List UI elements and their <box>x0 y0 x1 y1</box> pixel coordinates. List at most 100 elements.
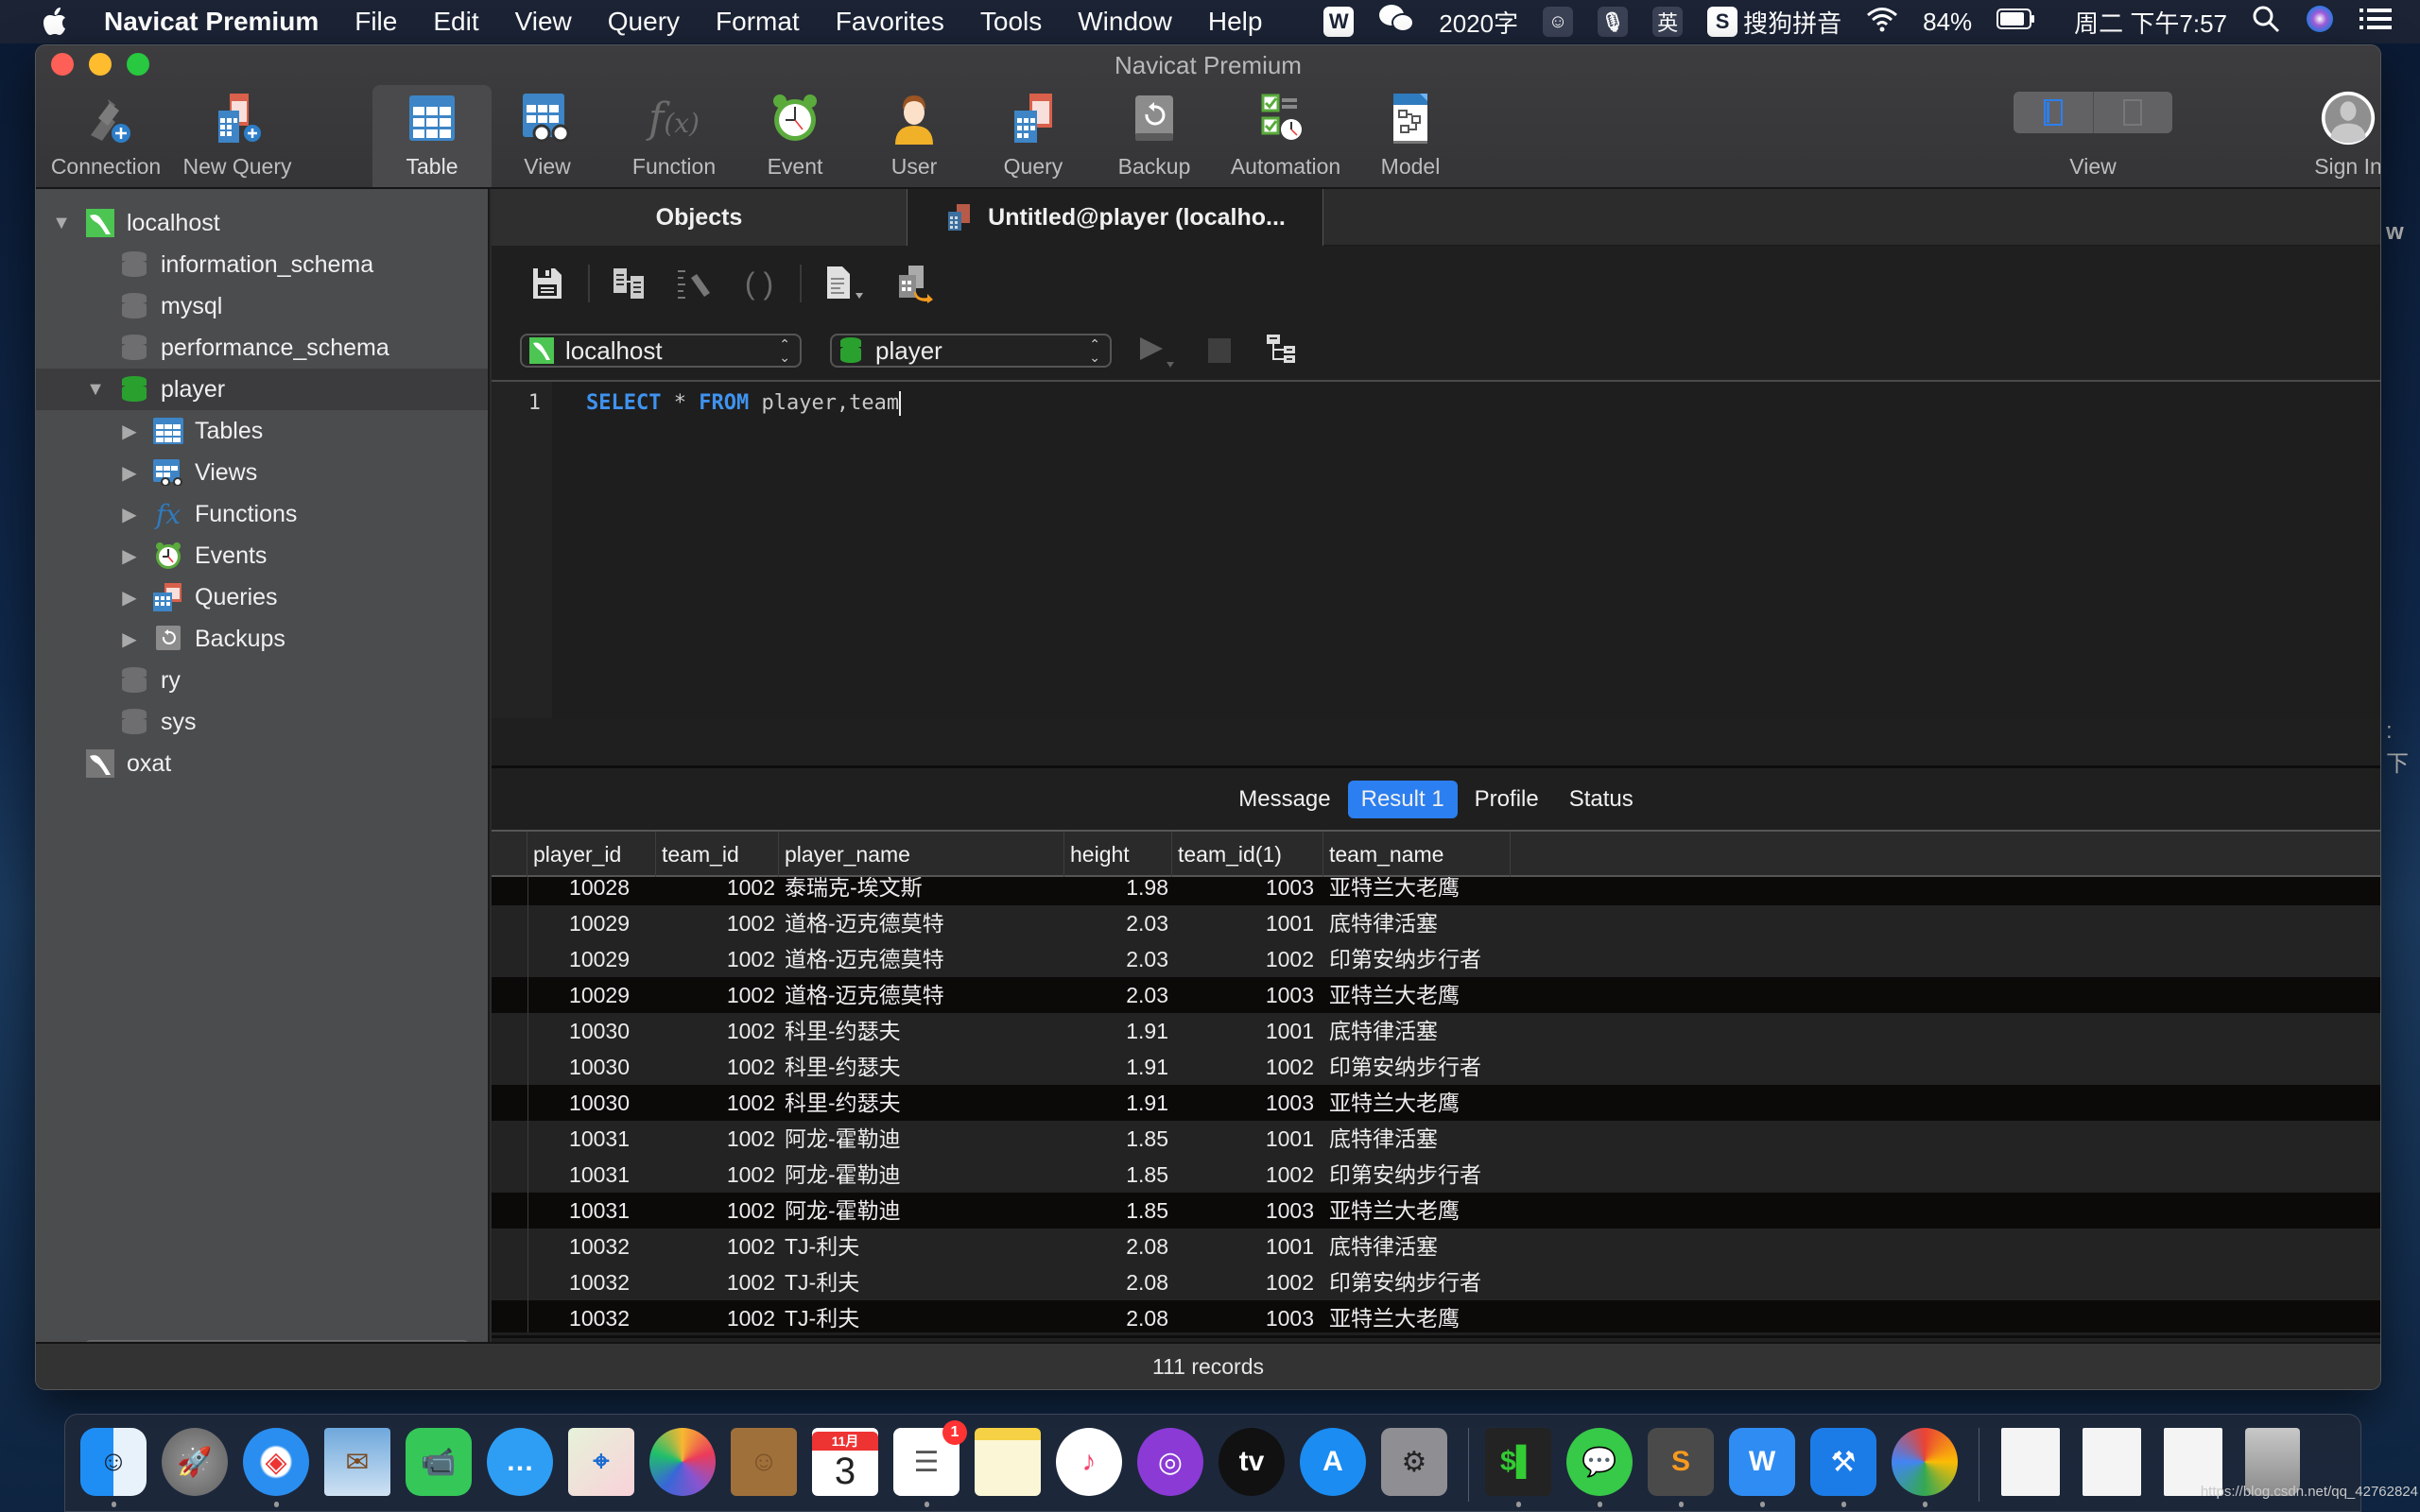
sql-editor[interactable]: 1 SELECT * FROM player,team <box>492 382 2380 718</box>
menu-tools[interactable]: Tools <box>980 7 1042 37</box>
table-row[interactable]: 10030 1002 科里-约瑟夫 1.91 1001 底特律活塞 <box>492 1013 2380 1049</box>
cell-player-id[interactable]: 10031 <box>527 1193 656 1228</box>
table-row[interactable]: 10031 1002 阿龙-霍勒迪 1.85 1003 亚特兰大老鹰 <box>492 1193 2380 1228</box>
table-row[interactable]: 10029 1002 道格-迈克德莫特 2.03 1002 印第安纳步行者 <box>492 941 2380 977</box>
cell-team-id-1[interactable]: 1001 <box>1172 1121 1323 1157</box>
cell-player-name[interactable]: 科里-约瑟夫 <box>779 1049 1064 1085</box>
cell-height[interactable]: 1.85 <box>1064 1193 1172 1228</box>
menu-window[interactable]: Window <box>1078 7 1172 37</box>
cell-team-name[interactable]: 底特律活塞 <box>1323 1228 1511 1264</box>
tree-item-ry[interactable]: ry <box>36 660 488 701</box>
cell-player-name[interactable]: 阿龙-霍勒迪 <box>779 1157 1064 1193</box>
cell-team-id[interactable]: 1002 <box>656 1121 779 1157</box>
wechat-status-icon[interactable] <box>1378 4 1415 41</box>
cell-player-id[interactable]: 10032 <box>527 1228 656 1264</box>
dock-app-contacts[interactable]: ☺ <box>731 1428 797 1496</box>
sidebar-visible-toggle[interactable] <box>2014 92 2094 133</box>
cell-player-name[interactable]: 阿龙-霍勒迪 <box>779 1121 1064 1157</box>
result-tab-profile[interactable]: Profile <box>1461 781 1552 818</box>
dock-app-finder[interactable]: ☺ <box>80 1428 147 1496</box>
cell-player-name[interactable]: TJ-利夫 <box>779 1264 1064 1300</box>
cell-team-id-1[interactable]: 1003 <box>1172 1300 1323 1332</box>
tree-item-information-schema[interactable]: information_schema <box>36 244 488 285</box>
export-result-button[interactable] <box>892 260 940 307</box>
cell-player-id[interactable]: 10030 <box>527 1049 656 1085</box>
cell-team-id-1[interactable]: 1003 <box>1172 1085 1323 1121</box>
cell-team-id-1[interactable]: 1002 <box>1172 941 1323 977</box>
info-pane-toggle[interactable] <box>2094 92 2173 133</box>
disclosure-collapsed-icon[interactable]: ▶ <box>119 503 140 526</box>
cell-team-id[interactable]: 1002 <box>656 1049 779 1085</box>
dock-app-app-store[interactable]: A <box>1300 1428 1366 1496</box>
cell-player-id[interactable]: 10032 <box>527 1264 656 1300</box>
tree-item-player[interactable]: ▼ player <box>36 369 488 410</box>
cell-team-id[interactable]: 1002 <box>656 1300 779 1332</box>
cell-team-name[interactable]: 印第安纳步行者 <box>1323 941 1511 977</box>
dock-app-tv[interactable]: tv <box>1219 1428 1285 1496</box>
dock-app-sublime-text[interactable]: S <box>1648 1428 1714 1496</box>
cell-team-name[interactable]: 底特律活塞 <box>1323 1013 1511 1049</box>
table-row[interactable]: 10032 1002 TJ-利夫 2.08 1001 底特律活塞 <box>492 1228 2380 1264</box>
cell-height[interactable]: 1.85 <box>1064 1157 1172 1193</box>
cell-team-id[interactable]: 1002 <box>656 1013 779 1049</box>
cell-team-id[interactable]: 1002 <box>656 1157 779 1193</box>
menu-query[interactable]: Query <box>608 7 680 37</box>
toolbar-model-button[interactable]: Model <box>1363 85 1458 187</box>
code-snippet-button[interactable]: ( ) <box>735 260 783 307</box>
cell-team-name[interactable]: 印第安纳步行者 <box>1323 1157 1511 1193</box>
cell-team-id-1[interactable]: 1003 <box>1172 1193 1323 1228</box>
cell-height[interactable]: 1.91 <box>1064 1049 1172 1085</box>
cell-height[interactable]: 2.08 <box>1064 1228 1172 1264</box>
table-row[interactable]: 10029 1002 道格-迈克德莫特 2.03 1001 底特律活塞 <box>492 905 2380 941</box>
cell-height[interactable]: 1.98 <box>1064 877 1172 905</box>
toolbar-sign-in-button[interactable]: Sign In <box>2291 85 2380 187</box>
cell-height[interactable]: 1.85 <box>1064 1121 1172 1157</box>
cell-height[interactable]: 2.03 <box>1064 977 1172 1013</box>
tree-item-functions[interactable]: ▶ fx Functions <box>36 493 488 535</box>
stop-button[interactable] <box>1208 338 1231 363</box>
cell-team-id-1[interactable]: 1002 <box>1172 1157 1323 1193</box>
cell-team-id[interactable]: 1002 <box>656 877 779 905</box>
cell-player-id[interactable]: 10029 <box>527 941 656 977</box>
dock-downloads-stack[interactable] <box>2001 1428 2060 1496</box>
menu-edit[interactable]: Edit <box>433 7 478 37</box>
tree-item-views[interactable]: ▶ Views <box>36 452 488 493</box>
table-row[interactable]: 10030 1002 科里-约瑟夫 1.91 1003 亚特兰大老鹰 <box>492 1085 2380 1121</box>
cell-team-name[interactable]: 亚特兰大老鹰 <box>1323 1300 1511 1332</box>
dock-app-messages[interactable]: … <box>487 1428 553 1496</box>
sql-code-line[interactable]: SELECT * FROM player,team <box>586 391 902 416</box>
cell-player-name[interactable]: 科里-约瑟夫 <box>779 1085 1064 1121</box>
result-grid[interactable]: 10028 1002 泰瑞克-埃文斯 1.98 1003 亚特兰大老鹰 10029 1002 道… <box>492 877 2380 1332</box>
dock-app-wps[interactable]: W <box>1729 1428 1795 1496</box>
toolbar-new-query-button[interactable]: New Query <box>176 85 299 187</box>
beautify-sql-button[interactable] <box>671 260 718 307</box>
cell-team-id[interactable]: 1002 <box>656 1085 779 1121</box>
result-tab-result-1[interactable]: Result 1 <box>1347 780 1458 818</box>
menu-favorites[interactable]: Favorites <box>836 7 944 37</box>
cell-team-id[interactable]: 1002 <box>656 1228 779 1264</box>
tree-item-localhost[interactable]: ▼ localhost <box>36 202 488 244</box>
dock-app-wechat[interactable]: 💬 <box>1566 1428 1633 1496</box>
cell-team-id-1[interactable]: 1003 <box>1172 877 1323 905</box>
cell-player-name[interactable]: 阿龙-霍勒迪 <box>779 1193 1064 1228</box>
toolbar-query-button[interactable]: Query <box>981 85 1085 187</box>
dock-app-notes[interactable] <box>975 1428 1041 1496</box>
query-builder-button[interactable] <box>607 260 654 307</box>
dock-app-safari[interactable]: ◈ <box>243 1428 309 1496</box>
cell-team-name[interactable]: 底特律活塞 <box>1323 1121 1511 1157</box>
battery-icon[interactable] <box>1996 8 2036 37</box>
tree-item-backups[interactable]: ▶ Backups <box>36 618 488 660</box>
notification-center-icon[interactable] <box>2360 7 2392 38</box>
dock-app-podcasts[interactable]: ◎ <box>1137 1428 1203 1496</box>
dock-app-facetime[interactable]: 📹 <box>406 1428 472 1496</box>
emoji-icon[interactable]: ☺ <box>1543 7 1574 37</box>
toolbar-backup-button[interactable]: Backup <box>1100 85 1208 187</box>
result-tab-status[interactable]: Status <box>1556 781 1647 818</box>
cell-team-name[interactable]: 亚特兰大老鹰 <box>1323 1193 1511 1228</box>
menu-format[interactable]: Format <box>716 7 800 37</box>
app-menu[interactable]: Navicat Premium <box>104 7 319 37</box>
column-header-team-id-1[interactable]: team_id(1) <box>1172 832 1323 877</box>
disclosure-collapsed-icon[interactable]: ▶ <box>119 461 140 485</box>
cell-team-id-1[interactable]: 1002 <box>1172 1264 1323 1300</box>
cell-height[interactable]: 1.91 <box>1064 1085 1172 1121</box>
